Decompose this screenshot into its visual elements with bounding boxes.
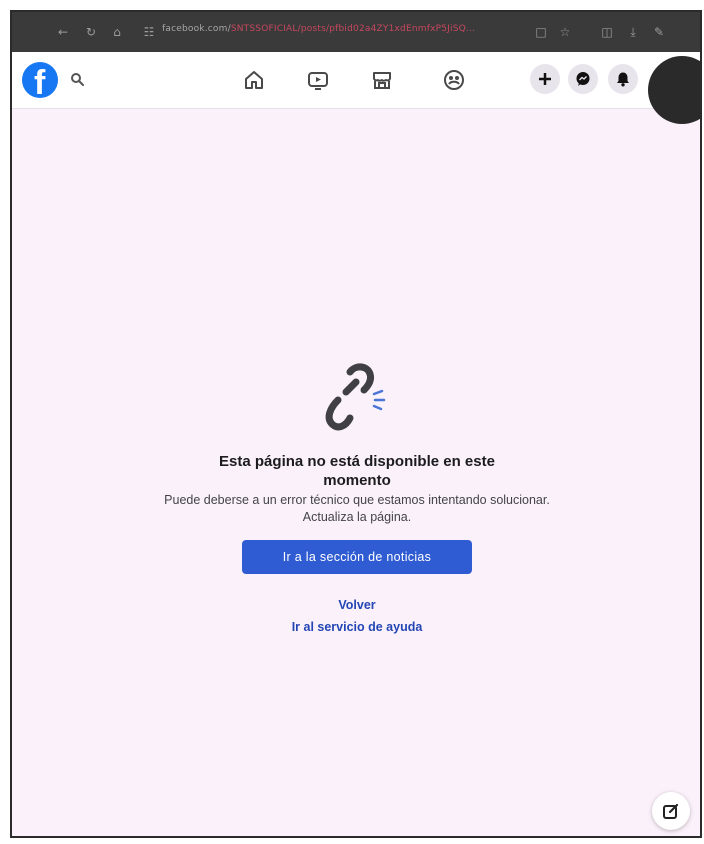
error-content: Esta página no está disponible en este m… bbox=[12, 108, 700, 836]
search-icon[interactable] bbox=[70, 72, 84, 86]
error-description: Puede deberse a un error técnico que est… bbox=[164, 493, 550, 524]
home-icon[interactable] bbox=[240, 66, 268, 94]
video-icon[interactable] bbox=[304, 66, 332, 94]
broken-link-icon bbox=[325, 363, 386, 431]
error-title: Esta página no está disponible en este m… bbox=[219, 453, 495, 489]
create-button[interactable] bbox=[530, 64, 560, 94]
url-path: SNTSSOFICIAL/posts/pfbid02a4ZY1xdEnmfxP5… bbox=[230, 24, 476, 34]
browser-window: ← ↻ ⌂ ☷ facebook.com/SNTSSOFICIAL/posts/… bbox=[10, 10, 702, 838]
go-to-feed-button[interactable]: Ir a la sección de noticias bbox=[242, 540, 472, 574]
extensions-icon[interactable]: □ bbox=[534, 25, 548, 39]
notifications-button[interactable] bbox=[608, 64, 638, 94]
address-bar[interactable]: facebook.com/SNTSSOFICIAL/posts/pfbid02a… bbox=[162, 24, 475, 34]
tabs-icon[interactable]: ◫ bbox=[600, 25, 614, 39]
facebook-header: f bbox=[12, 52, 700, 124]
reload-icon[interactable]: ↻ bbox=[84, 25, 98, 39]
facebook-logo-letter: f bbox=[34, 64, 46, 98]
browser-toolbar: ← ↻ ⌂ ☷ facebook.com/SNTSSOFICIAL/posts/… bbox=[12, 12, 700, 52]
facebook-logo[interactable]: f bbox=[22, 62, 58, 98]
messenger-button[interactable] bbox=[568, 64, 598, 94]
new-message-button[interactable] bbox=[652, 792, 690, 830]
edit-icon[interactable]: ✎ bbox=[652, 25, 666, 39]
back-link[interactable]: Volver bbox=[312, 598, 402, 612]
bookmark-star-icon[interactable]: ☆ bbox=[558, 25, 572, 39]
url-domain: facebook.com/ bbox=[162, 24, 231, 34]
site-info-icon[interactable]: ☷ bbox=[142, 25, 156, 39]
bell-icon bbox=[617, 72, 629, 87]
home-browser-icon[interactable]: ⌂ bbox=[110, 25, 124, 39]
groups-icon[interactable] bbox=[440, 66, 468, 94]
compose-icon bbox=[663, 803, 679, 819]
help-center-link[interactable]: Ir al servicio de ayuda bbox=[252, 620, 462, 634]
messenger-icon bbox=[576, 72, 590, 86]
plus-icon bbox=[539, 73, 551, 85]
marketplace-icon[interactable] bbox=[368, 66, 396, 94]
back-icon[interactable]: ← bbox=[56, 25, 70, 39]
download-icon[interactable]: ⤓ bbox=[626, 25, 640, 39]
